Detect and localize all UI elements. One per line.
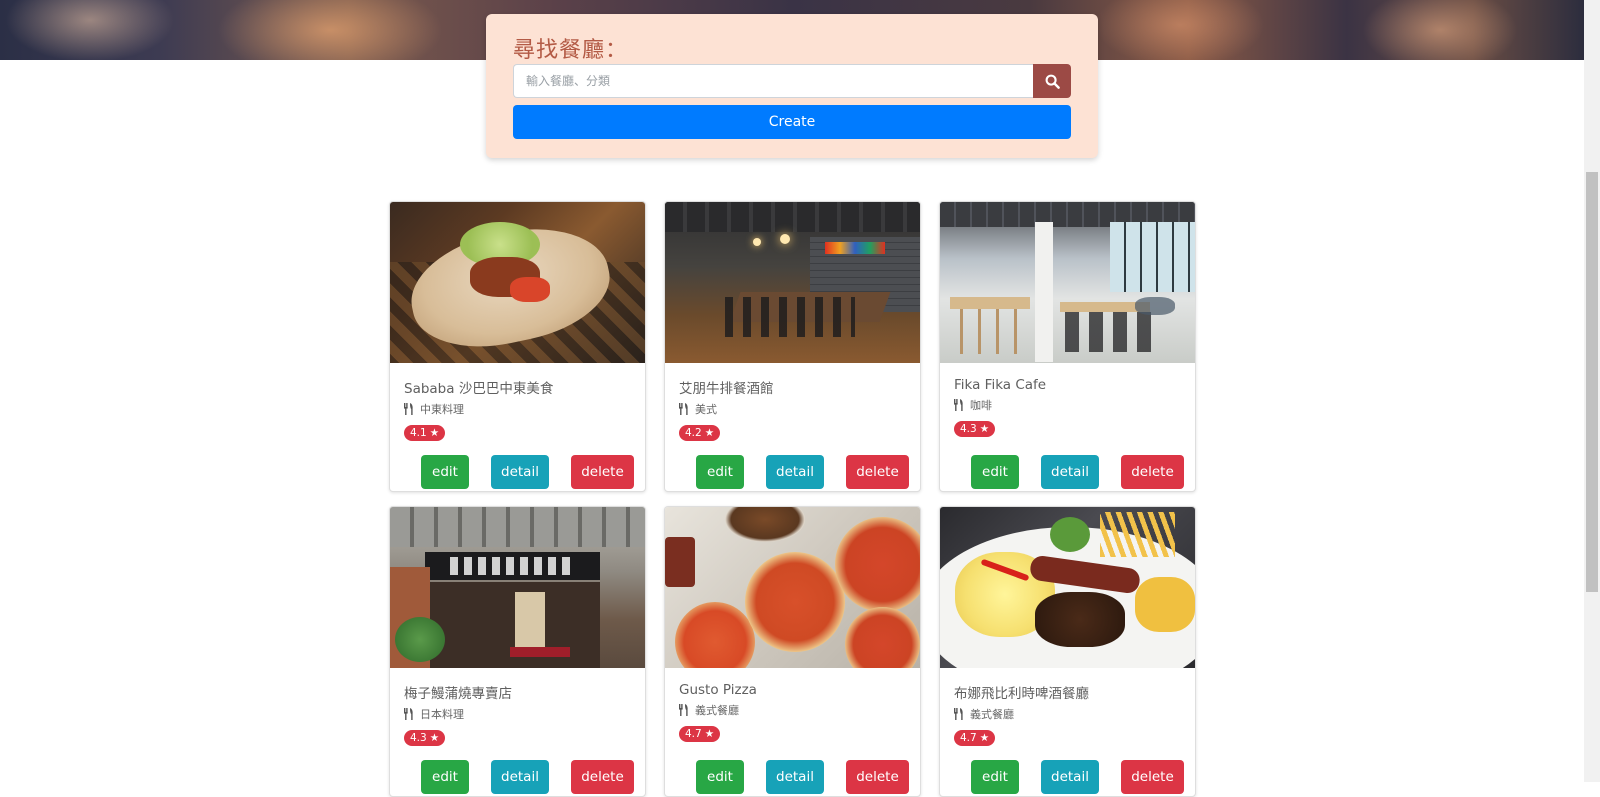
detail-button[interactable]: detail (491, 760, 549, 794)
utensils-icon (954, 399, 963, 411)
food-photo[interactable] (390, 202, 645, 363)
restaurant-card: Sababa 沙巴巴中東美食 中東料理 4.1 ★ edit detail de… (389, 201, 646, 492)
restaurant-interior-photo[interactable] (665, 202, 920, 363)
star-icon: ★ (429, 732, 440, 744)
rating-value: 4.2 (685, 427, 702, 439)
detail-button[interactable]: detail (766, 455, 824, 489)
star-icon: ★ (704, 728, 715, 740)
edit-button[interactable]: edit (421, 455, 469, 489)
star-icon: ★ (429, 427, 440, 439)
delete-button[interactable]: delete (1121, 455, 1184, 489)
rating-badge: 4.2 ★ (679, 425, 721, 441)
category: 義式餐廳 (954, 706, 1181, 722)
search-panel: 尋找餐廳： Create (486, 14, 1098, 158)
scrollbar-thumb[interactable] (1586, 172, 1598, 592)
detail-button[interactable]: detail (1041, 760, 1099, 794)
rating-badge: 4.1 ★ (404, 425, 446, 441)
plate-photo[interactable] (940, 507, 1195, 668)
restaurant-name: 布娜飛比利時啤酒餐廳 (954, 686, 1089, 702)
restaurant-card: 布娜飛比利時啤酒餐廳 義式餐廳 4.7 ★ edit detail delete (939, 506, 1196, 797)
edit-button[interactable]: edit (421, 760, 469, 794)
detail-button[interactable]: detail (766, 760, 824, 794)
restaurant-name: Sababa 沙巴巴中東美食 (404, 381, 554, 397)
category-label: 美式 (695, 403, 717, 416)
category-label: 義式餐廳 (695, 704, 739, 717)
restaurant-name: 艾朋牛排餐酒館 (679, 381, 774, 397)
category: 義式餐廳 (679, 702, 906, 718)
restaurant-name: Fika Fika Cafe (954, 377, 1047, 393)
category: 日本料理 (404, 706, 631, 722)
edit-button[interactable]: edit (971, 760, 1019, 794)
category-label: 義式餐廳 (970, 708, 1014, 721)
category-label: 咖啡 (970, 399, 992, 412)
rating-value: 4.1 (410, 427, 427, 439)
delete-button[interactable]: delete (846, 760, 909, 794)
restaurant-grid: Sababa 沙巴巴中東美食 中東料理 4.1 ★ edit detail de… (389, 201, 1197, 797)
delete-button[interactable]: delete (571, 760, 634, 794)
utensils-icon (954, 708, 963, 720)
restaurant-card: 梅子鰻蒲燒專賣店 日本料理 4.3 ★ edit detail delete (389, 506, 646, 797)
restaurant-card: Gusto Pizza 義式餐廳 4.7 ★ edit detail delet… (664, 506, 921, 797)
delete-button[interactable]: delete (571, 455, 634, 489)
restaurant-card: 艾朋牛排餐酒館 美式 4.2 ★ edit detail delete (664, 201, 921, 492)
utensils-icon (679, 704, 688, 716)
category: 咖啡 (954, 397, 1181, 413)
search-title: 尋找餐廳： (513, 38, 629, 63)
cafe-interior-photo[interactable] (940, 202, 1195, 363)
edit-button[interactable]: edit (696, 455, 744, 489)
category-label: 中東料理 (420, 403, 464, 416)
utensils-icon (679, 403, 688, 415)
search-button[interactable] (1033, 64, 1071, 98)
restaurant-name: Gusto Pizza (679, 682, 757, 698)
rating-badge: 4.7 ★ (954, 730, 996, 746)
category: 美式 (679, 401, 906, 417)
star-icon: ★ (979, 732, 990, 744)
edit-button[interactable]: edit (696, 760, 744, 794)
star-icon: ★ (704, 427, 715, 439)
category: 中東料理 (404, 401, 631, 417)
rating-badge: 4.3 ★ (954, 421, 996, 437)
storefront-photo[interactable] (390, 507, 645, 668)
rating-badge: 4.3 ★ (404, 730, 446, 746)
detail-button[interactable]: detail (1041, 455, 1099, 489)
delete-button[interactable]: delete (846, 455, 909, 489)
delete-button[interactable]: delete (1121, 760, 1184, 794)
rating-value: 4.3 (410, 732, 427, 744)
vertical-scrollbar[interactable] (1584, 0, 1600, 782)
pizza-photo[interactable] (665, 507, 920, 668)
star-icon: ★ (979, 423, 990, 435)
utensils-icon (404, 403, 413, 415)
category-label: 日本料理 (420, 708, 464, 721)
restaurant-name: 梅子鰻蒲燒專賣店 (404, 686, 512, 702)
rating-value: 4.3 (960, 423, 977, 435)
utensils-icon (404, 708, 413, 720)
rating-value: 4.7 (960, 732, 977, 744)
edit-button[interactable]: edit (971, 455, 1019, 489)
search-input[interactable] (513, 64, 1033, 98)
rating-badge: 4.7 ★ (679, 726, 721, 742)
restaurant-card: Fika Fika Cafe 咖啡 4.3 ★ edit detail dele… (939, 201, 1196, 492)
create-button[interactable]: Create (513, 105, 1071, 139)
rating-value: 4.7 (685, 728, 702, 740)
search-icon (1045, 74, 1060, 89)
detail-button[interactable]: detail (491, 455, 549, 489)
